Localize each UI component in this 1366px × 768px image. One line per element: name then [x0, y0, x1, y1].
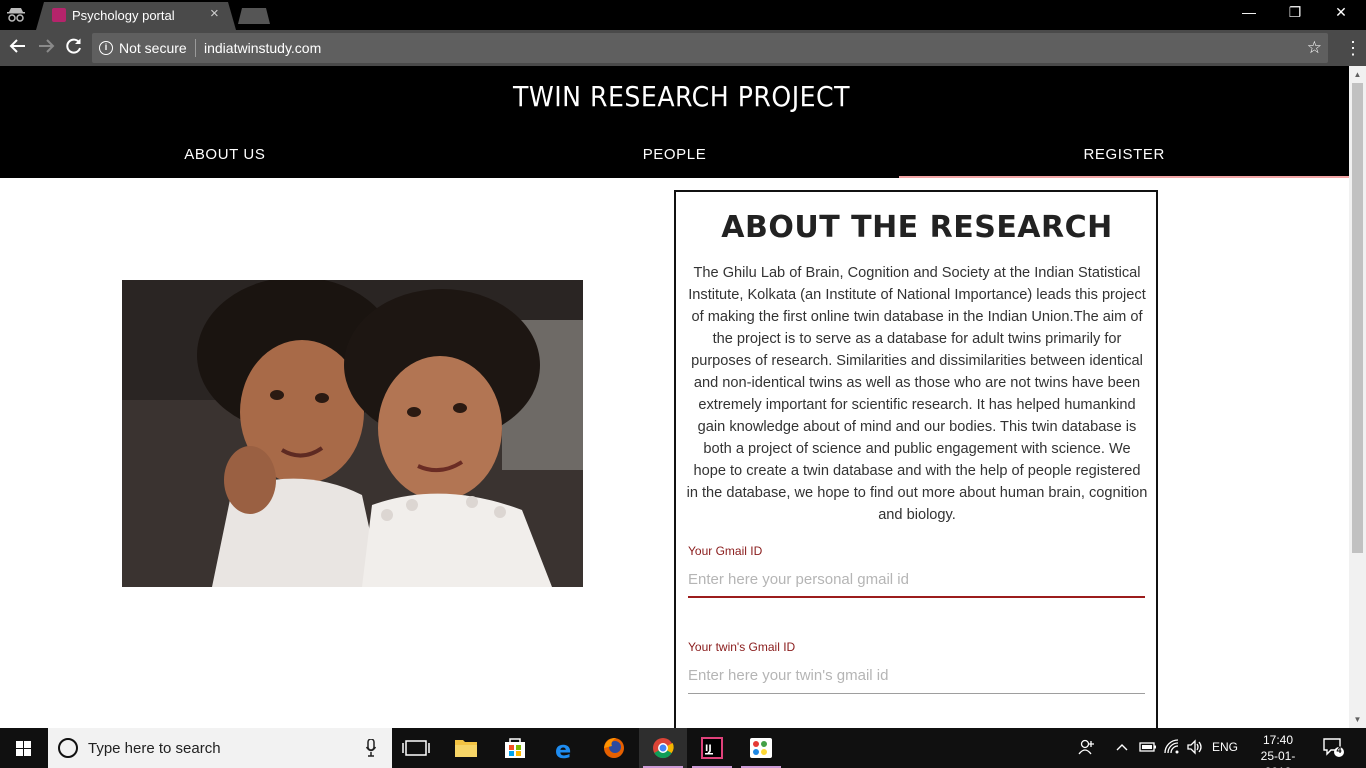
twins-photo — [122, 280, 583, 587]
windows-logo-icon — [16, 741, 23, 748]
research-description: The Ghilu Lab of Brain, Cognition and So… — [686, 265, 1148, 523]
tab-title: Psychology portal — [72, 8, 175, 23]
site-title: TWIN RESEARCH PROJECT — [512, 80, 851, 113]
security-label: Not secure — [119, 40, 187, 56]
star-icon[interactable]: ☆ — [1307, 38, 1322, 58]
intellij-icon: IJ — [701, 737, 723, 759]
info-icon[interactable]: i — [99, 41, 113, 55]
browser-tab[interactable]: Psychology portal × — [36, 2, 236, 30]
scroll-down-arrow-icon[interactable]: ▼ — [1349, 711, 1366, 728]
clock-date[interactable]: 25-01-2018 — [1248, 748, 1308, 768]
tab-close-icon[interactable]: × — [210, 5, 219, 22]
browser-tab-bar: Psychology portal × — ❐ ✕ — [0, 0, 1366, 30]
show-hidden-icons-chevron-up-icon[interactable] — [1115, 738, 1129, 759]
twin-gmail-input[interactable] — [688, 658, 1145, 694]
firefox-icon — [604, 738, 624, 758]
site-header: TWIN RESEARCH PROJECT ABOUT US PEOPLE RE… — [0, 66, 1349, 178]
reload-button[interactable] — [63, 37, 85, 59]
page-scrollbar[interactable]: ▲ ▼ — [1349, 66, 1366, 728]
cortana-icon — [58, 738, 78, 758]
volume-icon[interactable] — [1186, 738, 1204, 759]
start-button[interactable] — [0, 728, 48, 768]
arrow-right-icon — [39, 39, 55, 53]
firefox-button[interactable] — [590, 728, 638, 768]
nav-register[interactable]: REGISTER — [899, 136, 1349, 178]
scroll-up-arrow-icon[interactable]: ▲ — [1349, 66, 1366, 83]
arrow-left-icon — [9, 39, 25, 53]
reload-icon — [66, 38, 81, 54]
nav-about-us[interactable]: ABOUT US — [0, 136, 450, 178]
notification-count-badge: 4 — [1336, 745, 1342, 755]
research-heading: ABOUT THE RESEARCH — [721, 210, 1113, 245]
clock-time[interactable]: 17:40 — [1258, 732, 1298, 748]
people-icon[interactable] — [1078, 738, 1096, 759]
microphone-icon[interactable] — [366, 739, 376, 757]
chrome-icon — [653, 738, 674, 759]
gmail-input[interactable] — [688, 562, 1145, 598]
action-center-button[interactable]: 4 — [1322, 736, 1344, 758]
twin-gmail-label: Your twin's Gmail ID — [688, 640, 796, 654]
store-button[interactable] — [491, 728, 539, 768]
store-bag-icon — [505, 738, 525, 758]
new-tab-button[interactable] — [238, 8, 270, 24]
incognito-icon — [7, 8, 25, 22]
forward-button[interactable] — [35, 37, 57, 59]
back-button[interactable] — [7, 37, 29, 59]
browser-toolbar: i Not secure indiatwinstudy.com ☆ ⋮ — [0, 30, 1366, 66]
svg-text:e: e — [555, 736, 571, 764]
chrome-button[interactable] — [639, 728, 687, 768]
window-minimize-button[interactable]: — — [1226, 4, 1272, 26]
address-bar[interactable]: i Not secure indiatwinstudy.com ☆ — [92, 33, 1328, 63]
intellij-button[interactable]: IJ — [688, 728, 736, 768]
taskbar-search-placeholder: Type here to search — [88, 740, 221, 757]
site-favicon-icon — [52, 8, 66, 22]
taskbar-search-box[interactable]: Type here to search — [48, 728, 392, 768]
edge-browser-button[interactable]: e — [541, 728, 589, 768]
folder-icon — [455, 740, 477, 757]
scrollbar-thumb[interactable] — [1352, 83, 1363, 553]
task-view-icon — [402, 740, 430, 756]
site-nav: ABOUT US PEOPLE REGISTER — [0, 136, 1349, 178]
research-card: ABOUT THE RESEARCH The Ghilu Lab of Brai… — [674, 190, 1158, 728]
web-page: TWIN RESEARCH PROJECT ABOUT US PEOPLE RE… — [0, 66, 1349, 728]
file-explorer-button[interactable] — [442, 728, 490, 768]
task-view-button[interactable] — [392, 728, 440, 768]
battery-icon[interactable] — [1139, 738, 1157, 759]
windows-taskbar: Type here to search e IJ ENG 17:40 25-01… — [0, 728, 1366, 768]
paint-app-button[interactable] — [737, 728, 785, 768]
window-close-button[interactable]: ✕ — [1318, 4, 1364, 26]
wifi-icon[interactable] — [1163, 738, 1181, 759]
paint-palette-icon — [750, 738, 772, 758]
gmail-label: Your Gmail ID — [688, 544, 763, 558]
nav-people[interactable]: PEOPLE — [450, 136, 900, 178]
window-restore-button[interactable]: ❐ — [1272, 4, 1318, 26]
browser-menu-icon[interactable]: ⋮ — [1344, 37, 1362, 59]
address-divider — [195, 39, 196, 57]
input-language-indicator[interactable]: ENG — [1212, 740, 1238, 754]
svg-text:IJ: IJ — [705, 744, 712, 754]
edge-icon: e — [555, 736, 571, 764]
url-text[interactable]: indiatwinstudy.com — [204, 40, 321, 56]
